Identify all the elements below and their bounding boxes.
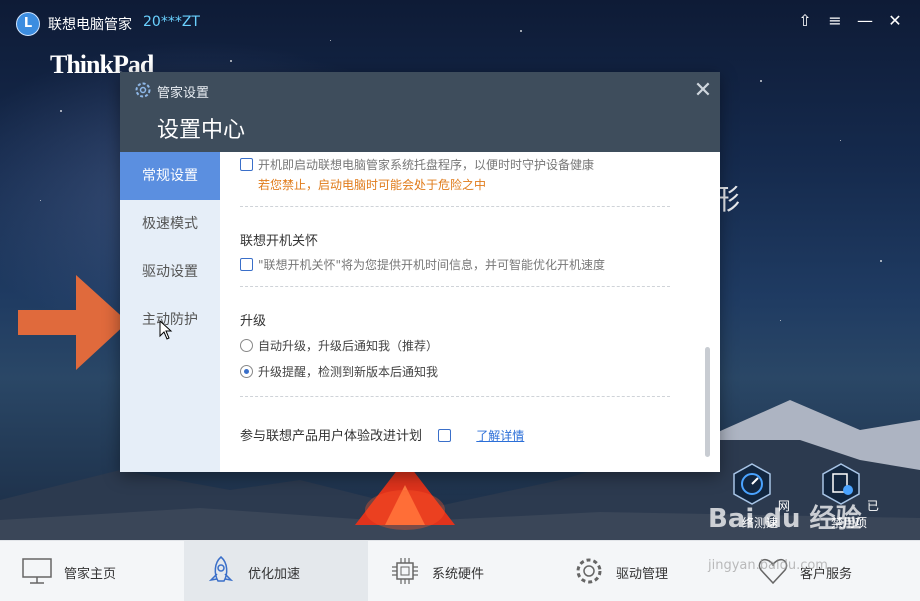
baidu-watermark: Bai du 经验 bbox=[708, 504, 862, 534]
scrollbar[interactable] bbox=[705, 242, 710, 462]
upgrade-notify-radio[interactable] bbox=[240, 365, 253, 378]
title-bar: L 联想电脑管家 20***ZT ⇧ ≡ — ✕ bbox=[0, 0, 920, 44]
upgrade-notify-label: 升级提醒，检测到新版本后通知我 bbox=[258, 365, 439, 379]
tab-home-label: 管家主页 bbox=[64, 567, 117, 582]
boot-care-option[interactable]: "联想开机关怀"将为您提供开机时间信息，并可智能优化开机速度 bbox=[240, 256, 605, 273]
gear-icon bbox=[135, 82, 151, 98]
tray-warning: 若您禁止，启动电脑时可能会处于危险之中 bbox=[258, 178, 487, 192]
menu-icon[interactable]: ≡ bbox=[824, 10, 846, 32]
divider bbox=[240, 396, 670, 397]
close-icon[interactable]: ✕ bbox=[884, 10, 906, 32]
upgrade-icon[interactable]: ⇧ bbox=[794, 10, 816, 32]
tray-checkbox[interactable] bbox=[240, 158, 253, 171]
app-title: 联想电脑管家 bbox=[48, 17, 132, 33]
upgrade-auto-option[interactable]: 自动升级，升级后通知我（推荐） bbox=[240, 337, 438, 354]
divider bbox=[240, 286, 670, 287]
tab-home[interactable]: 管家主页 bbox=[0, 541, 184, 601]
minimize-icon[interactable]: — bbox=[854, 10, 876, 32]
boot-care-heading: 联想开机关怀 bbox=[240, 234, 319, 249]
dialog-title: 设置中心 bbox=[157, 118, 246, 143]
tab-optimize[interactable]: 优化加速 bbox=[184, 541, 368, 601]
upgrade-auto-radio[interactable] bbox=[240, 339, 253, 352]
orange-arrow-icon bbox=[18, 275, 128, 370]
tab-hardware-label: 系统硬件 bbox=[432, 567, 485, 582]
boot-care-checkbox[interactable] bbox=[240, 258, 253, 271]
upgrade-notify-option[interactable]: 升级提醒，检测到新版本后通知我 bbox=[240, 363, 438, 380]
tab-optimize-label: 优化加速 bbox=[248, 567, 301, 582]
settings-sidebar: 常规设置 极速模式 驱动设置 主动防护 bbox=[120, 152, 220, 472]
upgrade-heading: 升级 bbox=[240, 314, 267, 329]
tab-hardware[interactable]: 系统硬件 bbox=[368, 541, 552, 601]
mouse-cursor-icon bbox=[159, 320, 173, 340]
sidebar-item-speed-mode[interactable]: 极速模式 bbox=[120, 200, 220, 248]
rocket-icon bbox=[208, 556, 234, 582]
tray-option-label: 开机即启动联想电脑管家系统托盘程序，以便时时守护设备健康 bbox=[258, 158, 595, 172]
settings-dialog: 管家设置 设置中心 ✕ 常规设置 极速模式 驱动设置 主动防护 开机即启动联想电… bbox=[120, 72, 720, 472]
tray-option[interactable]: 开机即启动联想电脑管家系统托盘程序，以便时时守护设备健康 bbox=[240, 156, 594, 173]
settings-content: 开机即启动联想电脑管家系统托盘程序，以便时时守护设备健康 若您禁止，启动电脑时可… bbox=[220, 152, 720, 472]
dialog-tag: 管家设置 bbox=[157, 86, 210, 101]
boot-care-label: "联想开机关怀"将为您提供开机时间信息，并可智能优化开机速度 bbox=[258, 258, 606, 272]
experience-option: 参与联想产品用户体验改进计划 了解详情 bbox=[240, 425, 524, 444]
sidebar-item-general[interactable]: 常规设置 bbox=[120, 152, 220, 200]
monitor-icon bbox=[22, 558, 52, 584]
experience-checkbox[interactable] bbox=[438, 429, 452, 442]
baidu-watermark-url: jingyan.baidu.com bbox=[708, 558, 828, 573]
sidebar-item-driver[interactable]: 驱动设置 bbox=[120, 248, 220, 296]
learn-more-link[interactable]: 了解详情 bbox=[476, 429, 524, 443]
user-id[interactable]: 20***ZT bbox=[143, 14, 200, 30]
dialog-close-icon[interactable]: ✕ bbox=[692, 80, 714, 102]
tab-drivers-label: 驱动管理 bbox=[616, 567, 669, 582]
app-logo-icon: L bbox=[16, 12, 40, 36]
gear-icon bbox=[576, 558, 602, 584]
experience-label: 参与联想产品用户体验改进计划 bbox=[240, 429, 423, 444]
divider bbox=[240, 206, 670, 207]
dialog-header: 管家设置 设置中心 ✕ bbox=[120, 72, 720, 152]
scrollbar-thumb[interactable] bbox=[705, 347, 710, 457]
chip-icon bbox=[392, 558, 418, 584]
upgrade-auto-label: 自动升级，升级后通知我（推荐） bbox=[258, 339, 439, 353]
